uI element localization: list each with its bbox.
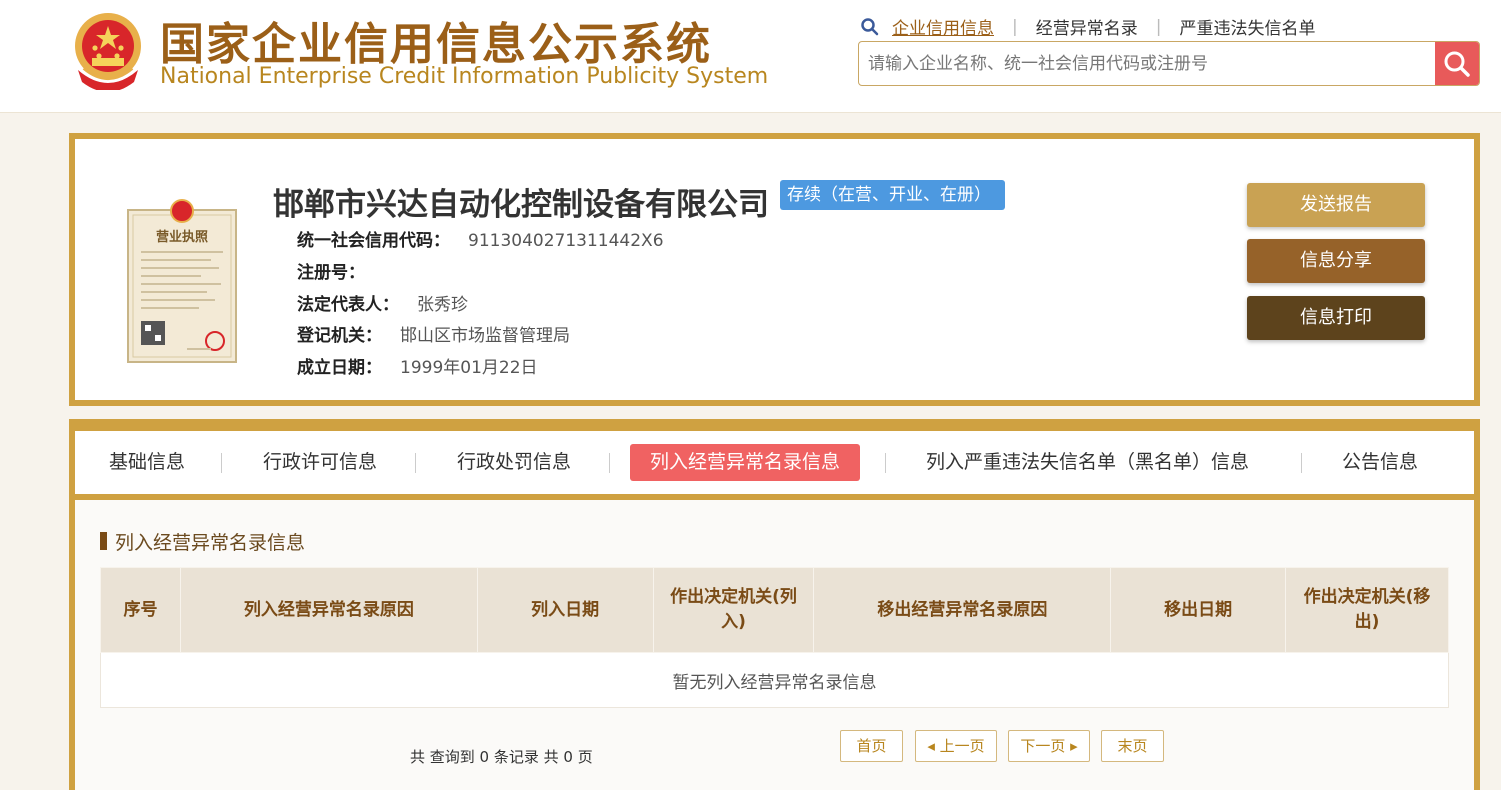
- last-page-button[interactable]: 末页: [1101, 730, 1164, 762]
- info-value: 邯山区市场监督管理局: [400, 326, 570, 346]
- tab-admin-penalty[interactable]: 行政处罚信息: [457, 444, 571, 481]
- national-emblem-icon: [75, 13, 141, 90]
- search-icon: [1444, 51, 1470, 77]
- info-row-authority: 登记机关： 邯山区市场监督管理局: [297, 321, 570, 346]
- info-label: 登记机关：: [297, 326, 382, 346]
- col-list-reason: 列入经营异常名录原因: [179, 567, 478, 653]
- info-label: 成立日期：: [297, 358, 382, 378]
- site-header: 国家企业信用信息公示系统 National Enterprise Credit …: [0, 0, 1501, 113]
- next-page-button[interactable]: 下一页 ▸: [1008, 730, 1090, 762]
- col-list-date: 列入日期: [476, 567, 654, 653]
- abnormal-records-table: 序号 列入经营异常名录原因 列入日期 作出决定机关(列入) 移出经营异常名录原因…: [100, 567, 1449, 708]
- section-title: 列入经营异常名录信息: [100, 531, 305, 554]
- table-row: 暂无列入经营异常名录信息: [100, 652, 1449, 708]
- detail-frame: 基础信息 行政许可信息 行政处罚信息 列入经营异常名录信息 列入严重违法失信名单…: [69, 419, 1480, 790]
- prev-page-button[interactable]: ◂ 上一页: [915, 730, 997, 762]
- top-nav: 企业信用信息 | 经营异常名录 | 严重违法失信名单: [860, 14, 1315, 39]
- business-license-image[interactable]: 营业执照: [127, 196, 245, 366]
- col-remove-reason: 移出经营异常名录原因: [813, 567, 1112, 653]
- caret-right-icon: ▸: [1070, 737, 1078, 755]
- info-row-established: 成立日期： 1999年01月22日: [297, 353, 538, 378]
- magnifier-icon: [861, 17, 879, 35]
- info-label: 法定代表人：: [297, 295, 399, 315]
- tab-divider: [221, 453, 222, 473]
- empty-message: 暂无列入经营异常名录信息: [100, 652, 1449, 708]
- col-remove-date: 移出日期: [1110, 567, 1287, 653]
- site-title-cn: 国家企业信用信息公示系统: [160, 19, 712, 70]
- info-value: 张秀珍: [417, 295, 468, 315]
- site-title-en: National Enterprise Credit Information P…: [160, 64, 769, 89]
- nav-blacklist[interactable]: 严重违法失信名单: [1179, 14, 1315, 39]
- prev-page-label: 上一页: [939, 737, 985, 755]
- company-card: 营业执照 邯郸市兴达自动化控制设备有限公司 存续（在营、开业、在册） 统一社会信…: [69, 133, 1480, 406]
- pagination-summary: 共 查询到 0 条记录 共 0 页: [410, 748, 593, 766]
- caret-left-icon: ◂: [927, 737, 935, 755]
- license-title: 营业执照: [156, 229, 208, 245]
- col-remove-authority: 作出决定机关(移出): [1285, 567, 1449, 653]
- first-page-button[interactable]: 首页: [840, 730, 903, 762]
- search-button[interactable]: [1435, 42, 1479, 85]
- status-badge: 存续（在营、开业、在册）: [780, 180, 1005, 210]
- info-row-reg-no: 注册号：: [297, 258, 383, 283]
- tab-basic-info[interactable]: 基础信息: [109, 444, 185, 481]
- nav-abnormal-list[interactable]: 经营异常名录: [1036, 14, 1138, 39]
- company-name: 邯郸市兴达自动化控制设备有限公司: [273, 187, 769, 223]
- info-label: 统一社会信用代码：: [297, 231, 450, 251]
- nav-divider: |: [1155, 16, 1162, 37]
- tab-abnormal-list[interactable]: 列入经营异常名录信息: [630, 444, 861, 481]
- info-row-credit-code: 统一社会信用代码： 9113040271311442X6: [297, 226, 664, 251]
- tab-bar: 基础信息 行政许可信息 行政处罚信息 列入经营异常名录信息 列入严重违法失信名单…: [75, 431, 1474, 494]
- tab-admin-license[interactable]: 行政许可信息: [263, 444, 377, 481]
- send-report-button[interactable]: 发送报告: [1247, 183, 1425, 227]
- abnormal-list-panel: 列入经营异常名录信息 序号 列入经营异常名录原因 列入日期 作出决定机关(列入)…: [75, 500, 1474, 790]
- print-info-button[interactable]: 信息打印: [1247, 296, 1425, 340]
- tab-divider: [609, 453, 610, 473]
- nav-enterprise-credit[interactable]: 企业信用信息: [892, 14, 994, 39]
- info-label: 注册号：: [297, 263, 365, 283]
- col-list-authority: 作出决定机关(列入): [652, 567, 815, 653]
- share-info-button[interactable]: 信息分享: [1247, 239, 1425, 283]
- info-row-legal-rep: 法定代表人： 张秀珍: [297, 290, 468, 315]
- search-input[interactable]: [859, 42, 1435, 85]
- info-value: 1999年01月22日: [400, 358, 538, 378]
- table-header-row: 序号 列入经营异常名录原因 列入日期 作出决定机关(列入) 移出经营异常名录原因…: [100, 567, 1449, 653]
- search-box: [858, 41, 1480, 86]
- tab-blacklist[interactable]: 列入严重违法失信名单（黑名单）信息: [926, 444, 1249, 481]
- section-title-text: 列入经营异常名录信息: [115, 531, 306, 554]
- tab-divider: [415, 453, 416, 473]
- tab-divider: [885, 453, 886, 473]
- section-marker: [100, 532, 107, 550]
- col-index: 序号: [100, 567, 181, 653]
- tab-divider: [1301, 453, 1302, 473]
- nav-divider: |: [1012, 16, 1018, 37]
- tab-announcements[interactable]: 公告信息: [1342, 444, 1418, 481]
- info-value: 9113040271311442X6: [468, 231, 664, 251]
- next-page-label: 下一页: [1020, 737, 1066, 755]
